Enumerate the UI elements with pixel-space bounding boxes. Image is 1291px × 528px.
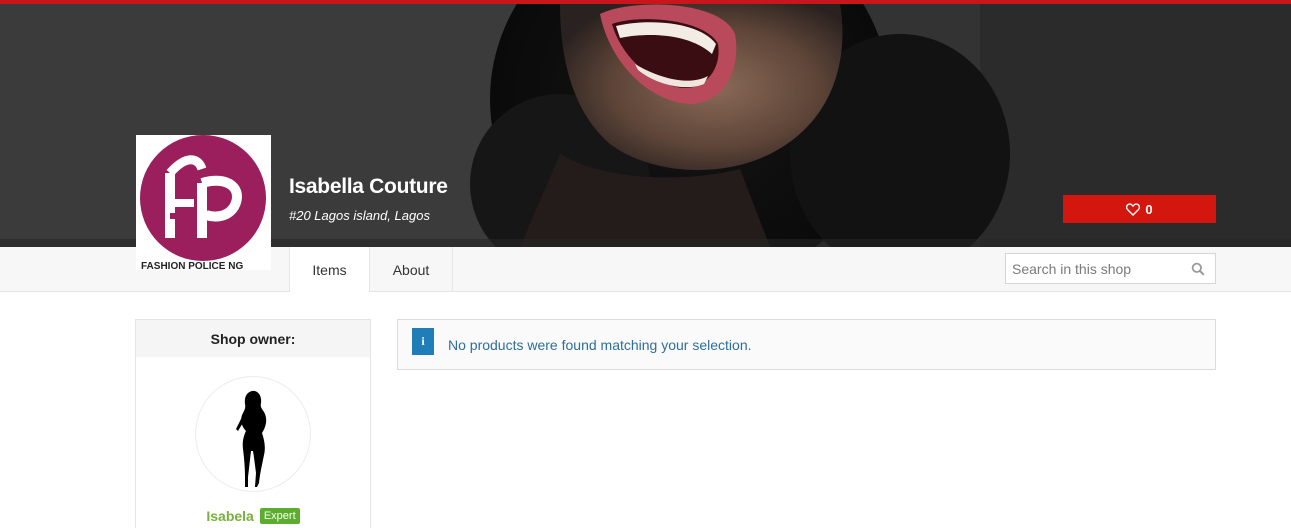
info-icon: i — [412, 328, 434, 355]
shop-page: Isabella Couture #20 Lagos island, Lagos… — [0, 0, 1291, 528]
search-icon[interactable] — [1191, 262, 1205, 276]
no-products-notice: i No products were found matching your s… — [397, 319, 1216, 370]
shop-logo[interactable]: FASHION POLICE NG — [136, 135, 271, 270]
fashion-police-logo: FASHION POLICE NG — [136, 135, 271, 270]
shop-search — [1005, 253, 1216, 284]
tab-about[interactable]: About — [370, 247, 453, 292]
notice-message: No products were found matching your sel… — [448, 337, 752, 353]
owner-name[interactable]: Isabela — [206, 508, 253, 524]
shop-address: #20 Lagos island, Lagos — [289, 208, 430, 223]
owner-avatar[interactable] — [195, 376, 311, 492]
shop-owner-panel: Shop owner: Isabela Expert — [135, 319, 371, 528]
owner-info: Isabela Expert — [136, 508, 370, 524]
favorite-count: 0 — [1145, 201, 1153, 217]
shop-name: Isabella Couture — [289, 175, 448, 198]
shop-owner-title: Shop owner: — [136, 320, 370, 357]
favorite-button[interactable]: 0 — [1063, 195, 1216, 223]
expert-badge: Expert — [259, 508, 300, 524]
heart-outline-icon — [1126, 202, 1141, 216]
search-input[interactable] — [1006, 254, 1181, 283]
logo-wordmark: FASHION POLICE NG — [141, 261, 243, 270]
tab-items[interactable]: Items — [289, 247, 370, 292]
woman-silhouette-icon — [236, 390, 267, 487]
